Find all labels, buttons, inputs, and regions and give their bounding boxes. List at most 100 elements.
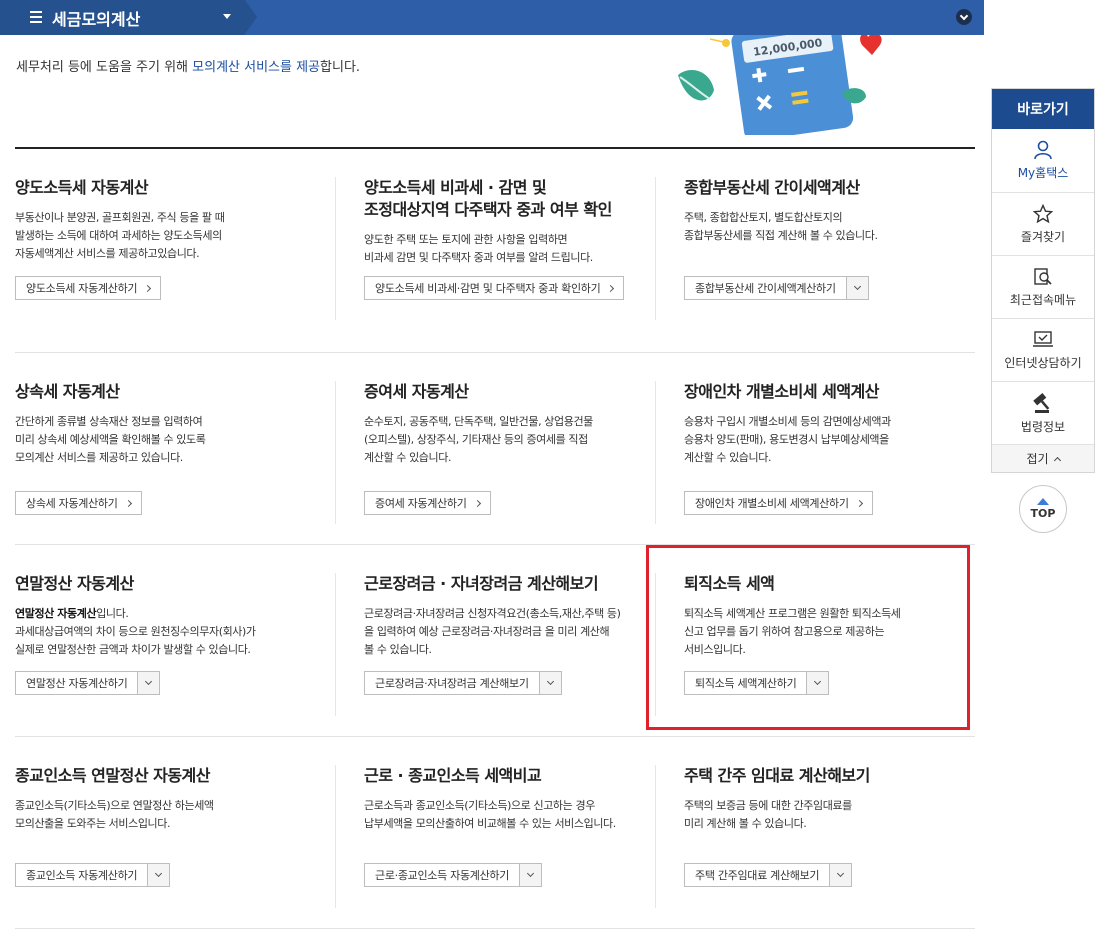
desc-line: 납부세액을 모의산출하여 비교해볼 수 있는 서비스입니다. bbox=[364, 817, 616, 830]
button-label: 주택 간주임대료 계산해보기 bbox=[695, 869, 820, 882]
service-row: 종교인소득 연말정산 자동계산 종교인소득(기타소득)으로 연말정산 하는세액 모… bbox=[15, 737, 975, 929]
button-label: 양도소득세 자동계산하기 bbox=[26, 282, 138, 295]
desc-line: 부동산이나 분양권, 골프회원권, 주식 등을 팔 때 bbox=[15, 211, 225, 224]
chevron-down-icon bbox=[853, 282, 861, 291]
card-title: 근로 · 종교인소득 세액비교 bbox=[364, 766, 542, 785]
button-label: 종교인소득 자동계산하기 bbox=[26, 869, 138, 882]
intro-text: 세무처리 등에 도움을 주기 위해 모의계산 서비스를 제공합니다. bbox=[16, 56, 360, 75]
religious-income-select[interactable]: 종교인소득 자동계산하기 bbox=[15, 863, 171, 887]
service-card-deemed-rent: 주택 간주 임대료 계산해보기 주택의 보증금 등에 대한 간주임대료를 미리 계… bbox=[655, 737, 975, 928]
inheritance-calc-button[interactable]: 상속세 자동계산하기 bbox=[15, 491, 142, 515]
button-label: 근로·종교인소득 자동계산하기 bbox=[375, 869, 510, 882]
menu-dropdown[interactable]: 세금모의계산 bbox=[0, 0, 257, 35]
work-incentive-select[interactable]: 근로장려금·자녀장려금 계산해보기 bbox=[364, 671, 562, 695]
card-title: 증여세 자동계산 bbox=[364, 382, 469, 401]
service-card-gift: 증여세 자동계산 순수토지, 공동주택, 단독주택, 일반건물, 상업용건물 (오… bbox=[335, 353, 655, 544]
card-title: 주택 간주 임대료 계산해보기 bbox=[684, 766, 870, 785]
comprehensive-property-select[interactable]: 종합부동산세 간이세액계산하기 bbox=[684, 276, 869, 300]
card-title: 양도소득세 비과세 · 감면 및 조정대상지역 다주택자 중과 여부 확인 bbox=[364, 177, 655, 221]
intro-highlight: 모의계산 서비스를 제공 bbox=[192, 60, 321, 75]
service-card-religious-income: 종교인소득 연말정산 자동계산 종교인소득(기타소득)으로 연말정산 하는세액 모… bbox=[15, 737, 335, 928]
star-icon bbox=[1033, 203, 1053, 223]
service-card-capital-gains-exemption: 양도소득세 비과세 · 감면 및 조정대상지역 다주택자 중과 여부 확인 양도한… bbox=[335, 149, 655, 352]
button-label: 증여세 자동계산하기 bbox=[375, 497, 467, 510]
card-title: 양도소득세 자동계산 bbox=[15, 178, 149, 197]
triangle-up-icon bbox=[1037, 498, 1049, 505]
quick-link-label: 즐겨찾기 bbox=[1020, 229, 1066, 244]
quick-link-label: 인터넷상담하기 bbox=[1004, 355, 1082, 370]
dropdown-toggle[interactable] bbox=[829, 864, 852, 886]
button-label: 상속세 자동계산하기 bbox=[26, 497, 118, 510]
quick-link-recent[interactable]: 최근접속메뉴 bbox=[992, 255, 1094, 318]
quick-links-title: 바로가기 bbox=[992, 89, 1094, 129]
dropdown-toggle[interactable] bbox=[845, 277, 868, 299]
service-card-disabled-vehicle: 장애인차 개별소비세 세액계산 승용차 구입시 개별소비세 등의 감면예상세액과… bbox=[655, 353, 975, 544]
gift-calc-button[interactable]: 증여세 자동계산하기 bbox=[364, 491, 491, 515]
button-label: 연말정산 자동계산하기 bbox=[26, 677, 128, 690]
disabled-vehicle-calc-button[interactable]: 장애인차 개별소비세 세액계산하기 bbox=[684, 491, 873, 515]
desc-line: 발생하는 소득에 대하여 과세하는 양도소득세의 bbox=[15, 229, 222, 242]
dropdown-toggle[interactable] bbox=[147, 864, 170, 886]
year-end-select[interactable]: 연말정산 자동계산하기 bbox=[15, 671, 161, 695]
chevron-right-icon bbox=[144, 284, 152, 292]
desc-line: 실제로 연말정산한 금액과 차이가 발생할 수 있습니다. bbox=[15, 643, 251, 656]
desc-suffix: 입니다. bbox=[96, 607, 129, 620]
quick-links-fold-button[interactable]: 접기 bbox=[992, 444, 1094, 472]
quick-link-label: 최근접속메뉴 bbox=[1009, 292, 1077, 307]
desc-line: 계산할 수 있습니다. bbox=[364, 451, 452, 464]
collapse-button[interactable] bbox=[956, 9, 972, 25]
card-title: 근로장려금 · 자녀장려금 계산해보기 bbox=[364, 574, 599, 593]
service-card-comprehensive-property: 종합부동산세 간이세액계산 주택, 종합합산토지, 별도합산토지의 종합부동산세를… bbox=[655, 149, 975, 352]
quick-link-label: 법령정보 bbox=[1020, 419, 1066, 434]
chevron-down-icon bbox=[546, 677, 554, 686]
chevron-down-icon bbox=[527, 869, 535, 878]
chevron-right-icon bbox=[855, 499, 863, 507]
card-desc: 근로소득과 종교인소득(기타소득)으로 신고하는 경우 납부세액을 모의산출하여 … bbox=[364, 797, 655, 833]
calculator-illustration: 12,000,000 bbox=[678, 35, 882, 135]
quick-links-panel: 바로가기 My홈택스 즐겨찾기 최근접속메뉴 인터넷상담하기 법령정보 접기 bbox=[991, 88, 1095, 473]
card-title: 장애인차 개별소비세 세액계산 bbox=[684, 382, 880, 401]
card-title: 종교인소득 연말정산 자동계산 bbox=[15, 766, 211, 785]
card-title: 연말정산 자동계산 bbox=[15, 574, 134, 593]
service-card-work-incentive: 근로장려금 · 자녀장려금 계산해보기 근로장려금·자녀장려금 신청자격요건(총… bbox=[335, 545, 655, 736]
service-card-year-end: 연말정산 자동계산 연말정산 자동계산입니다. 과세대상급여액의 차이 등으로 원… bbox=[15, 545, 335, 736]
card-desc: 연말정산 자동계산입니다. 과세대상급여액의 차이 등으로 원천징수의무자(회사)… bbox=[15, 605, 335, 659]
service-grid: 양도소득세 자동계산 부동산이나 분양권, 골프회원권, 주식 등을 팔 때발생… bbox=[15, 149, 975, 929]
intro-suffix: 합니다. bbox=[320, 60, 361, 75]
chevron-right-icon bbox=[607, 284, 615, 292]
desc-line: 종합부동산세를 직접 계산해 볼 수 있습니다. bbox=[684, 229, 878, 242]
service-row: 양도소득세 자동계산 부동산이나 분양권, 골프회원권, 주식 등을 팔 때발생… bbox=[15, 149, 975, 353]
desc-line: 주택의 보증금 등에 대한 간주임대료를 bbox=[684, 799, 852, 812]
quick-link-my-hometax[interactable]: My홈택스 bbox=[992, 129, 1094, 192]
card-desc: 승용차 구입시 개별소비세 등의 감면예상세액과 승용차 양도(판매), 용도변경… bbox=[684, 413, 975, 467]
quick-link-consult[interactable]: 인터넷상담하기 bbox=[992, 318, 1094, 381]
laptop-check-icon bbox=[1033, 330, 1053, 347]
hamburger-icon bbox=[30, 11, 42, 23]
top-label: TOP bbox=[1030, 507, 1056, 520]
card-desc: 양도한 주택 또는 토지에 관한 사항을 입력하면 비과세 감면 및 다주택자 중… bbox=[364, 231, 655, 267]
exemption-check-button[interactable]: 양도소득세 비과세·감면 및 다주택자 중과 확인하기 bbox=[364, 276, 625, 300]
dropdown-toggle[interactable] bbox=[519, 864, 542, 886]
dropdown-toggle[interactable] bbox=[538, 672, 561, 694]
card-desc: 부동산이나 분양권, 골프회원권, 주식 등을 팔 때발생하는 소득에 대하여 … bbox=[15, 209, 335, 263]
capital-gains-calc-button[interactable]: 양도소득세 자동계산하기 bbox=[15, 276, 162, 300]
deemed-rent-select[interactable]: 주택 간주임대료 계산해보기 bbox=[684, 863, 853, 887]
quick-link-favorites[interactable]: 즐겨찾기 bbox=[992, 192, 1094, 255]
quick-link-law[interactable]: 법령정보 bbox=[992, 381, 1094, 444]
button-label: 근로장려금·자녀장려금 계산해보기 bbox=[375, 677, 529, 690]
income-compare-select[interactable]: 근로·종교인소득 자동계산하기 bbox=[364, 863, 543, 887]
desc-line: 종교인소득(기타소득)으로 연말정산 하는세액 bbox=[15, 799, 214, 812]
chevron-down-icon bbox=[155, 869, 163, 878]
card-desc: 간단하게 종류별 상속재산 정보를 입력하여 미리 상속세 예상세액을 확인해볼 … bbox=[15, 413, 335, 467]
service-card-capital-gains: 양도소득세 자동계산 부동산이나 분양권, 골프회원권, 주식 등을 팔 때발생… bbox=[15, 149, 335, 352]
desc-line: 모의계산 서비스를 제공하고 있습니다. bbox=[15, 451, 183, 464]
quick-link-label: My홈택스 bbox=[1017, 166, 1069, 180]
desc-line: 볼 수 있습니다. bbox=[364, 643, 432, 656]
desc-line: 주택, 종합합산토지, 별도합산토지의 bbox=[684, 211, 843, 224]
button-label: 종합부동산세 간이세액계산하기 bbox=[695, 282, 836, 295]
service-card-inheritance: 상속세 자동계산 간단하게 종류별 상속재산 정보를 입력하여 미리 상속세 예상… bbox=[15, 353, 335, 544]
dropdown-toggle[interactable] bbox=[137, 672, 160, 694]
scroll-top-button[interactable]: TOP bbox=[1019, 485, 1067, 533]
desc-line: 을 입력하여 예상 근로장려금·자녀장려금 을 미리 계산해 bbox=[364, 625, 610, 638]
desc-line: 승용차 양도(판매), 용도변경시 납부예상세액을 bbox=[684, 433, 889, 446]
